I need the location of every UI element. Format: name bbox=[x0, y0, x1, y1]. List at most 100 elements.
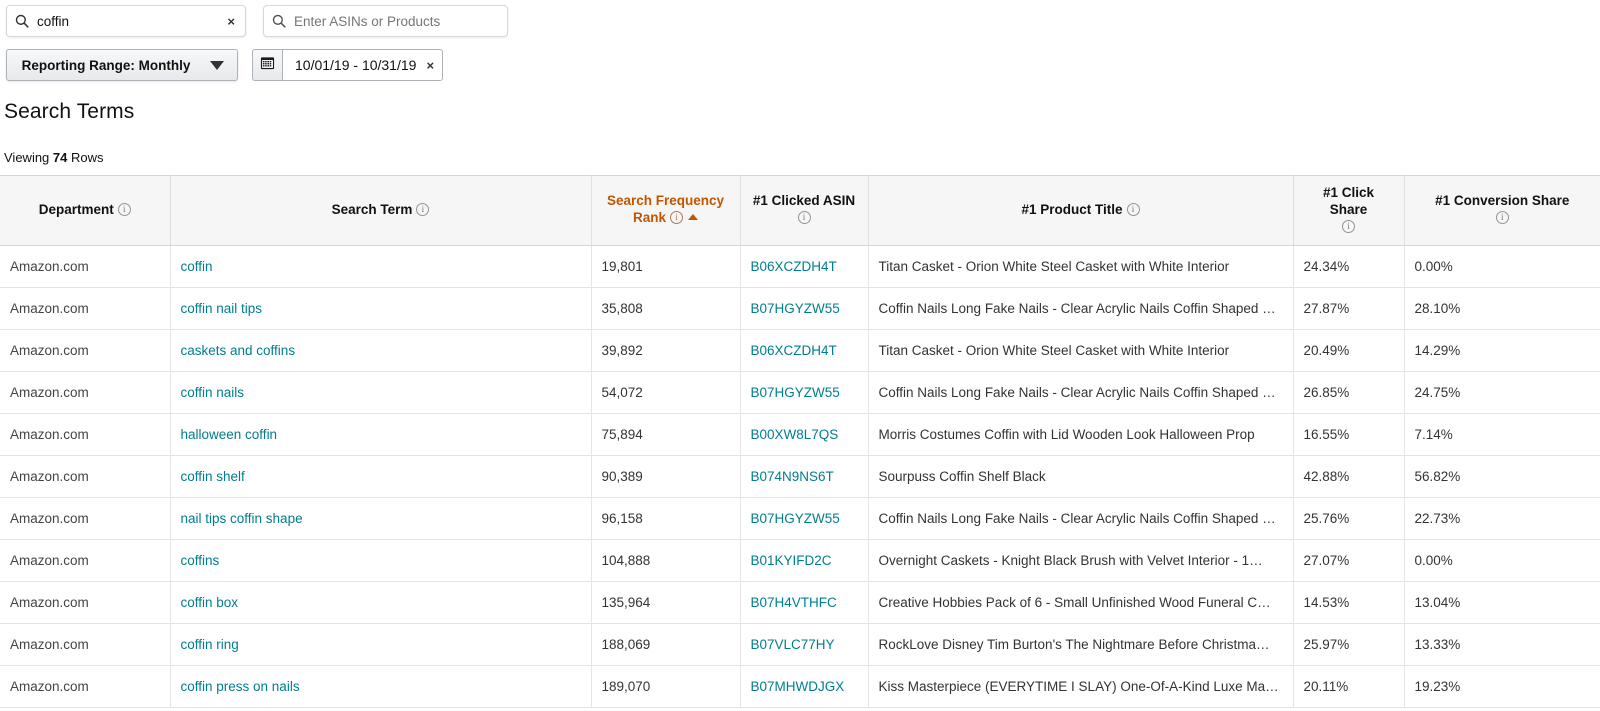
cell-product-title: Coffin Nails Long Fake Nails - Clear Acr… bbox=[868, 287, 1294, 330]
reporting-range-button[interactable]: Reporting Range: Monthly bbox=[6, 49, 238, 81]
calendar-button[interactable] bbox=[252, 49, 282, 81]
cell-search-term[interactable]: coffin nail tips bbox=[170, 287, 592, 330]
column-header-search-term[interactable]: Search Term bbox=[170, 175, 592, 246]
cell-clicked-asin[interactable]: B06XCZDH4T bbox=[740, 329, 869, 372]
cell-product-title: Kiss Masterpiece (EVERYTIME I SLAY) One-… bbox=[868, 665, 1294, 708]
cell-click-share: 14.53% bbox=[1293, 581, 1405, 624]
cell-clicked-asin[interactable]: B07MHWDJGX bbox=[740, 665, 869, 708]
info-icon[interactable] bbox=[416, 202, 430, 216]
cell-department: Amazon.com bbox=[0, 455, 171, 498]
date-range-group: 10/01/19 - 10/31/19 × bbox=[252, 49, 444, 81]
info-icon[interactable] bbox=[1342, 219, 1355, 233]
table-header-row: Department Search Term Search Frequency … bbox=[0, 175, 1600, 246]
cell-search-term[interactable]: coffin bbox=[170, 245, 592, 288]
table-row: Amazon.com coffin nail tips 35,808 B07HGYZW… bbox=[0, 287, 1600, 330]
cell-conversion-share: 0.00% bbox=[1404, 539, 1600, 582]
cell-department: Amazon.com bbox=[0, 581, 171, 624]
cell-department: Amazon.com bbox=[0, 329, 171, 372]
column-header-search-frequency-rank[interactable]: Search Frequency Rank bbox=[591, 175, 741, 246]
cell-clicked-asin[interactable]: B01KYIFD2C bbox=[740, 539, 869, 582]
info-icon[interactable] bbox=[670, 211, 683, 225]
cell-clicked-asin[interactable]: B06XCZDH4T bbox=[740, 245, 869, 288]
cell-search-term[interactable]: coffin press on nails bbox=[170, 665, 592, 708]
cell-clicked-asin[interactable]: B07VLC77HY bbox=[740, 623, 869, 666]
cell-clicked-asin[interactable]: B07HGYZW55 bbox=[740, 497, 869, 540]
cell-clicked-asin[interactable]: B00XW8L7QS bbox=[740, 413, 869, 456]
cell-click-share: 42.88% bbox=[1293, 455, 1405, 498]
table-row: Amazon.com coffin ring 188,069 B07VLC77HY Ro… bbox=[0, 623, 1600, 666]
date-range-field[interactable]: 10/01/19 - 10/31/19 × bbox=[282, 49, 444, 81]
date-range-clear-icon[interactable]: × bbox=[426, 58, 434, 73]
info-icon[interactable] bbox=[797, 211, 811, 225]
cell-clicked-asin[interactable]: B07HGYZW55 bbox=[740, 371, 869, 414]
cell-search-frequency-rank: 54,072 bbox=[591, 371, 741, 414]
cell-search-term[interactable]: coffin shelf bbox=[170, 455, 592, 498]
table-row: Amazon.com halloween coffin 75,894 B00XW8L7… bbox=[0, 413, 1600, 456]
info-icon[interactable] bbox=[1126, 202, 1140, 216]
cell-department: Amazon.com bbox=[0, 539, 171, 582]
cell-search-term[interactable]: coffins bbox=[170, 539, 592, 582]
row-count-status: Viewing 74 Rows bbox=[0, 124, 1600, 165]
cell-search-term[interactable]: coffin ring bbox=[170, 623, 592, 666]
cell-clicked-asin[interactable]: B074N9NS6T bbox=[740, 455, 869, 498]
cell-search-term[interactable]: nail tips coffin shape bbox=[170, 497, 592, 540]
cell-search-frequency-rank: 35,808 bbox=[591, 287, 741, 330]
cell-department: Amazon.com bbox=[0, 623, 171, 666]
cell-clicked-asin[interactable]: B07HGYZW55 bbox=[740, 287, 869, 330]
cell-product-title: Coffin Nails Long Fake Nails - Clear Acr… bbox=[868, 497, 1294, 540]
viewing-count: 74 bbox=[52, 150, 68, 165]
column-header-label-line2: Rank bbox=[632, 210, 666, 226]
cell-department: Amazon.com bbox=[0, 413, 171, 456]
cell-click-share: 25.76% bbox=[1293, 497, 1405, 540]
column-header-label: #1 Product Title bbox=[1021, 201, 1123, 217]
column-header-conversion-share[interactable]: #1 Conversion Share bbox=[1404, 175, 1600, 246]
column-header-product-title[interactable]: #1 Product Title bbox=[868, 175, 1294, 246]
info-icon[interactable] bbox=[1495, 211, 1509, 225]
cell-search-term[interactable]: caskets and coffins bbox=[170, 329, 592, 372]
column-header-clicked-asin[interactable]: #1 Clicked ASIN bbox=[740, 175, 869, 246]
cell-conversion-share: 13.33% bbox=[1404, 623, 1600, 666]
cell-department: Amazon.com bbox=[0, 497, 171, 540]
keyword-clear-icon[interactable]: × bbox=[223, 15, 245, 28]
cell-click-share: 20.11% bbox=[1293, 665, 1405, 708]
cell-conversion-share: 28.10% bbox=[1404, 287, 1600, 330]
cell-clicked-asin[interactable]: B07H4VTHFC bbox=[740, 581, 869, 624]
cell-product-title: Overnight Caskets - Knight Black Brush w… bbox=[868, 539, 1294, 582]
sort-ascending-icon[interactable] bbox=[688, 214, 698, 221]
keyword-search-input[interactable] bbox=[33, 6, 224, 36]
cell-conversion-share: 19.23% bbox=[1404, 665, 1600, 708]
search-icon bbox=[7, 14, 33, 28]
chevron-down-icon bbox=[210, 60, 225, 70]
keyword-search-box[interactable]: × bbox=[6, 5, 246, 37]
info-icon[interactable] bbox=[117, 202, 131, 216]
cell-search-term[interactable]: coffin box bbox=[170, 581, 592, 624]
column-header-label: #1 Clicked ASIN bbox=[752, 193, 856, 209]
column-header-department[interactable]: Department bbox=[0, 175, 171, 246]
cell-click-share: 27.07% bbox=[1293, 539, 1405, 582]
cell-conversion-share: 24.75% bbox=[1404, 371, 1600, 414]
cell-conversion-share: 22.73% bbox=[1404, 497, 1600, 540]
cell-department: Amazon.com bbox=[0, 245, 171, 288]
column-header-label: #1 Click Share bbox=[1322, 185, 1375, 217]
asin-search-box[interactable] bbox=[263, 5, 508, 37]
cell-product-title: Titan Casket - Orion White Steel Casket … bbox=[868, 329, 1294, 372]
cell-product-title: Creative Hobbies Pack of 6 - Small Unfin… bbox=[868, 581, 1294, 624]
cell-product-title: Coffin Nails Long Fake Nails - Clear Acr… bbox=[868, 371, 1294, 414]
cell-product-title: Morris Costumes Coffin with Lid Wooden L… bbox=[868, 413, 1294, 456]
cell-product-title: Titan Casket - Orion White Steel Casket … bbox=[868, 245, 1294, 288]
cell-click-share: 20.49% bbox=[1293, 329, 1405, 372]
column-header-label: Department bbox=[38, 201, 114, 217]
cell-search-term[interactable]: halloween coffin bbox=[170, 413, 592, 456]
table-row: Amazon.com nail tips coffin shape 96,158 B0… bbox=[0, 497, 1600, 540]
asin-search-input[interactable] bbox=[290, 6, 507, 36]
cell-conversion-share: 56.82% bbox=[1404, 455, 1600, 498]
column-header-label-line1: Search Frequency bbox=[606, 193, 725, 209]
cell-click-share: 25.97% bbox=[1293, 623, 1405, 666]
cell-product-title: RockLove Disney Tim Burton's The Nightma… bbox=[868, 623, 1294, 666]
column-header-click-share[interactable]: #1 Click Share bbox=[1293, 175, 1405, 246]
cell-search-term[interactable]: coffin nails bbox=[170, 371, 592, 414]
cell-conversion-share: 0.00% bbox=[1404, 245, 1600, 288]
cell-conversion-share: 7.14% bbox=[1404, 413, 1600, 456]
cell-search-frequency-rank: 19,801 bbox=[591, 245, 741, 288]
table-row: Amazon.com coffin press on nails 189,070 B0… bbox=[0, 665, 1600, 708]
